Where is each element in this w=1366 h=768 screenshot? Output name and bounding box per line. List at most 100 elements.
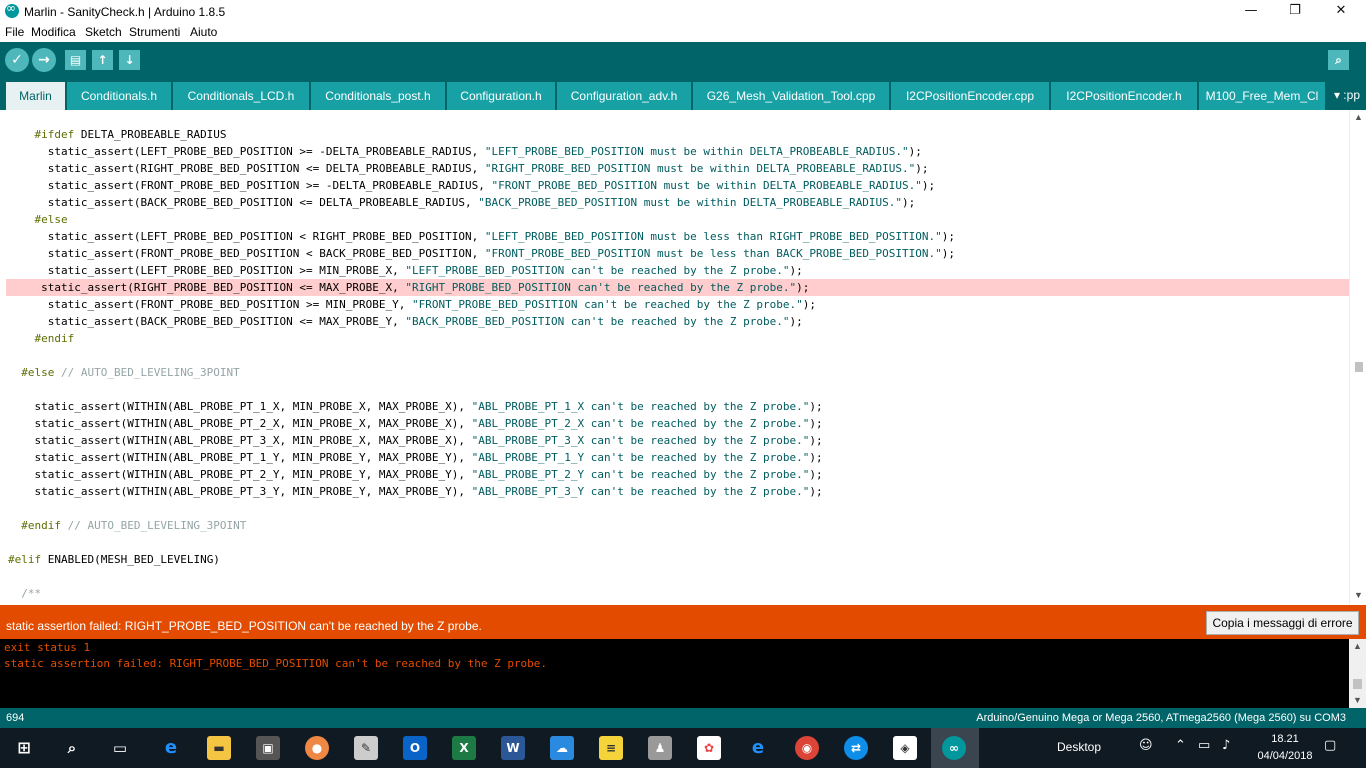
open-button[interactable]: ↑ <box>92 50 113 70</box>
highlighted-error-line[interactable]: static_assert(RIGHT_PROBE_BED_POSITION <… <box>6 279 1355 296</box>
editor-scrollbar[interactable]: ▲ ▼ <box>1349 110 1366 605</box>
code-token: "ABL_PROBE_PT_2_Y can't be reached by th… <box>471 468 810 481</box>
tab-conditionals[interactable]: Conditionals.h <box>67 82 171 110</box>
tab-marlin[interactable]: Marlin <box>6 82 65 110</box>
minimize-button[interactable]: — <box>1228 0 1274 24</box>
scroll-down-icon[interactable]: ▼ <box>1350 590 1366 600</box>
verify-button[interactable]: ✓ <box>5 48 29 72</box>
tab-conditionals-post[interactable]: Conditionals_post.h <box>311 82 445 110</box>
console-output[interactable]: exit status 1 static assertion failed: R… <box>0 639 1366 708</box>
scroll-down-icon[interactable]: ▼ <box>1349 695 1366 705</box>
copy-errors-button[interactable]: Copia i messaggi di errore <box>1206 611 1359 635</box>
search-icon[interactable]: ⌕ <box>60 736 84 760</box>
edge-icon[interactable]: e <box>159 736 183 760</box>
desktop-toolbar-label[interactable]: Desktop <box>1057 740 1101 754</box>
menu-aiuto[interactable]: Aiuto <box>190 25 217 39</box>
save-button[interactable]: ↓ <box>119 50 140 70</box>
code-line[interactable]: /** <box>0 585 1349 602</box>
code-line[interactable]: #else // AUTO_BED_LEVELING_3POINT <box>0 364 1349 381</box>
code-line[interactable]: static_assert(FRONT_PROBE_BED_POSITION >… <box>0 177 1349 194</box>
close-button[interactable]: ✕ <box>1318 0 1364 24</box>
code-token: static_assert(BACK_PROBE_BED_POSITION <=… <box>8 315 406 328</box>
code-line[interactable] <box>0 534 1349 551</box>
chrome-icon[interactable]: ◉ <box>795 736 819 760</box>
open-icon: ↑ <box>97 53 108 67</box>
code-token: #else <box>8 213 68 226</box>
app-icon[interactable]: ✎ <box>354 736 378 760</box>
tab-g26-mesh[interactable]: G26_Mesh_Validation_Tool.cpp <box>693 82 889 110</box>
code-line[interactable]: static_assert(LEFT_PROBE_BED_POSITION < … <box>0 228 1349 245</box>
file-explorer-icon[interactable]: ▬ <box>207 736 231 760</box>
code-line[interactable]: static_assert(WITHIN(ABL_PROBE_PT_3_X, M… <box>0 432 1349 449</box>
code-line[interactable] <box>0 568 1349 585</box>
menu-sketch[interactable]: Sketch <box>85 25 122 39</box>
scrollbar-thumb[interactable] <box>1355 362 1363 372</box>
outlook-icon[interactable]: O <box>403 736 427 760</box>
code-line[interactable]: static_assert(WITHIN(ABL_PROBE_PT_2_Y, M… <box>0 466 1349 483</box>
word-icon[interactable]: W <box>501 736 525 760</box>
code-line[interactable] <box>0 347 1349 364</box>
code-line[interactable]: static_assert(RIGHT_PROBE_BED_POSITION <… <box>0 160 1349 177</box>
menu-file[interactable]: File <box>5 25 24 39</box>
app-icon[interactable]: ♟ <box>648 736 672 760</box>
notifications-icon[interactable]: ▢ <box>1324 738 1336 753</box>
tab-m100[interactable]: M100_Free_Mem_Cl <box>1199 82 1325 110</box>
scrollbar-thumb[interactable] <box>1353 679 1362 689</box>
tab-i2c-h[interactable]: I2CPositionEncoder.h <box>1051 82 1197 110</box>
people-icon[interactable]: ☺ <box>1139 738 1153 753</box>
code-line[interactable]: static_assert(WITHIN(ABL_PROBE_PT_1_Y, M… <box>0 449 1349 466</box>
excel-icon[interactable]: X <box>452 736 476 760</box>
code-editor[interactable]: #ifdef DELTA_PROBEABLE_RADIUS static_ass… <box>0 110 1366 605</box>
clock[interactable]: 18.21 04/04/2018 <box>1255 731 1315 765</box>
battery-icon[interactable]: ▭ <box>1198 738 1210 753</box>
code-line[interactable]: static_assert(LEFT_PROBE_BED_POSITION >=… <box>0 262 1349 279</box>
code-line[interactable]: static_assert(LEFT_PROBE_BED_POSITION >=… <box>0 143 1349 160</box>
code-line[interactable] <box>0 500 1349 517</box>
arduino-taskbar-icon[interactable]: ∞ <box>942 736 966 760</box>
code-line[interactable]: #endif // AUTO_BED_LEVELING_3POINT <box>0 517 1349 534</box>
menu-strumenti[interactable]: Strumenti <box>129 25 180 39</box>
code-line[interactable]: static_assert(WITHIN(ABL_PROBE_PT_3_Y, M… <box>0 483 1349 500</box>
console-scrollbar[interactable]: ▲ ▼ <box>1349 639 1366 708</box>
code-line[interactable] <box>0 381 1349 398</box>
upload-button[interactable]: → <box>32 48 56 72</box>
serial-monitor-button[interactable]: ⌕ <box>1328 50 1349 70</box>
sticky-notes-icon[interactable]: ≡ <box>599 736 623 760</box>
internet-explorer-icon[interactable]: e <box>746 736 770 760</box>
code-line[interactable]: static_assert(BACK_PROBE_BED_POSITION <=… <box>0 194 1349 211</box>
tab-configuration[interactable]: Configuration.h <box>447 82 555 110</box>
code-text: static_assert(FRONT_PROBE_BED_POSITION >… <box>8 296 816 313</box>
tab-menu-button[interactable]: ▾ :pp <box>1334 82 1360 110</box>
menu-modifica[interactable]: Modifica <box>31 25 76 39</box>
code-line[interactable]: static_assert(BACK_PROBE_BED_POSITION <=… <box>0 313 1349 330</box>
code-line[interactable]: static_assert(FRONT_PROBE_BED_POSITION >… <box>0 296 1349 313</box>
windows-start-icon[interactable]: ⊞ <box>12 736 36 760</box>
tab-conditionals-lcd[interactable]: Conditionals_LCD.h <box>173 82 309 110</box>
code-line[interactable]: #else <box>0 211 1349 228</box>
code-line[interactable]: #ifdef DELTA_PROBEABLE_RADIUS <box>0 126 1349 143</box>
code-line[interactable]: #endif <box>0 330 1349 347</box>
maximize-button[interactable]: ❐ <box>1272 0 1318 24</box>
code-line[interactable]: static_assert(FRONT_PROBE_BED_POSITION <… <box>0 245 1349 262</box>
volume-icon[interactable]: ♪ <box>1222 738 1230 753</box>
tab-i2c-cpp[interactable]: I2CPositionEncoder.cpp <box>891 82 1049 110</box>
app-icon[interactable]: ● <box>305 736 329 760</box>
scroll-up-icon[interactable]: ▲ <box>1350 112 1366 122</box>
chevron-up-icon[interactable]: ⌃ <box>1175 738 1186 753</box>
tab-configuration-adv[interactable]: Configuration_adv.h <box>557 82 691 110</box>
app-icon[interactable]: ◈ <box>893 736 917 760</box>
task-view-icon[interactable]: ▭ <box>108 736 132 760</box>
code-line[interactable]: #elif ENABLED(MESH_BED_LEVELING) <box>0 551 1349 568</box>
store-icon[interactable]: ▣ <box>256 736 280 760</box>
teamviewer-icon[interactable]: ⇄ <box>844 736 868 760</box>
line-number: 694 <box>6 712 25 724</box>
code-token: "LEFT_PROBE_BED_POSITION must be within … <box>484 145 909 158</box>
code-line[interactable]: static_assert(WITHIN(ABL_PROBE_PT_1_X, M… <box>0 398 1349 415</box>
photos-icon[interactable]: ✿ <box>697 736 721 760</box>
code-line[interactable]: static_assert(WITHIN(ABL_PROBE_PT_2_X, M… <box>0 415 1349 432</box>
scroll-up-icon[interactable]: ▲ <box>1349 641 1366 651</box>
code-token: ); <box>941 230 956 243</box>
new-button[interactable]: ▤ <box>65 50 86 70</box>
onedrive-icon[interactable]: ☁ <box>550 736 574 760</box>
code-token: static_assert(WITHIN(ABL_PROBE_PT_2_Y, M… <box>8 468 472 481</box>
